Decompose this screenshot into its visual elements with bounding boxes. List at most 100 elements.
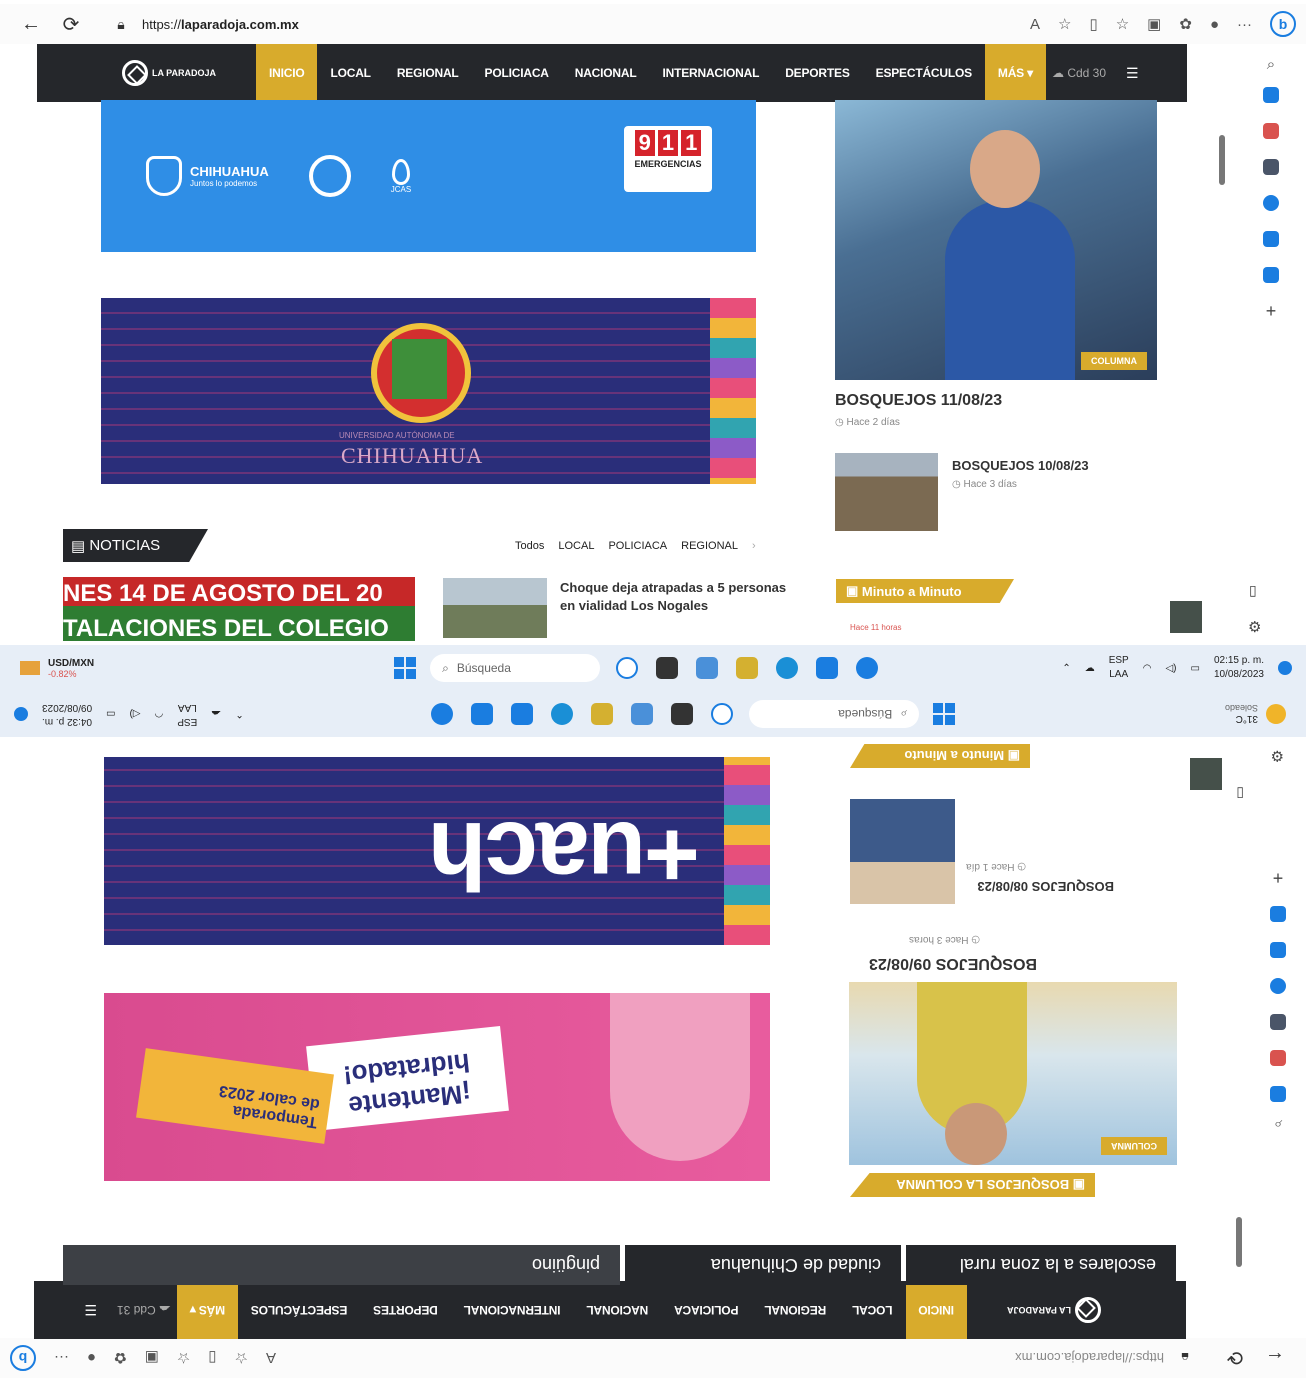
- nav-inicio[interactable]: INICIO: [905, 1281, 967, 1339]
- filter-todos[interactable]: Todos: [515, 540, 544, 552]
- edge-icon[interactable]: [550, 703, 573, 725]
- nav-espectaculos[interactable]: ESPECTÁCULOS: [863, 44, 985, 102]
- tools-icon[interactable]: [1263, 123, 1279, 139]
- back-icon[interactable]: ←: [16, 9, 46, 39]
- wifi-icon[interactable]: ◠: [1143, 663, 1152, 674]
- profile-icon[interactable]: ●: [1210, 16, 1219, 33]
- rss-icon[interactable]: ☰: [1126, 65, 1139, 82]
- language-indicator[interactable]: ESP LAA: [1109, 654, 1129, 682]
- second-post-title[interactable]: BOSQUEJOS 10/08/23: [952, 458, 1089, 473]
- bottom-post-thumbnail[interactable]: [850, 799, 955, 904]
- second-post-thumbnail[interactable]: [835, 453, 938, 531]
- minuto-a-minuto-tag-2[interactable]: ▣ Minuto a Minuto: [850, 744, 1030, 768]
- file-explorer-icon[interactable]: [590, 703, 613, 725]
- battery-icon[interactable]: ▭: [1190, 663, 1199, 674]
- app-icon[interactable]: [470, 703, 493, 725]
- columna-tag[interactable]: COLUMNA: [1101, 1137, 1167, 1155]
- drop-icon[interactable]: [1270, 906, 1286, 922]
- bottom-post-title[interactable]: BOSQUEJOS 09/08/23: [869, 954, 1037, 972]
- bing-icon[interactable]: b: [1270, 11, 1296, 37]
- games-icon[interactable]: [1263, 159, 1279, 175]
- hidratado-banner[interactable]: ¡Mantente hidratado! Temporada de calor …: [104, 993, 770, 1181]
- favorite-star-icon[interactable]: ☆: [1058, 15, 1071, 33]
- nav-regional[interactable]: REGIONAL: [751, 1281, 839, 1339]
- bosquejos-columna-tag[interactable]: ▣ BOSQUEJOS LA COLUMNA: [850, 1173, 1095, 1197]
- scrollbar-thumb[interactable]: [1219, 135, 1225, 185]
- taskbar-clock-2[interactable]: 04:32 p. m. 09/08/2023: [42, 700, 92, 728]
- address-bar-2[interactable]: https://laparadoja.com.mx: [1015, 1351, 1164, 1366]
- drop-icon[interactable]: [1263, 267, 1279, 283]
- card-pinguino[interactable]: pingüino: [63, 1245, 620, 1285]
- file-explorer-icon[interactable]: [736, 657, 759, 679]
- battery-icon[interactable]: ▭: [106, 709, 115, 720]
- settings-app-icon[interactable]: [856, 657, 879, 679]
- teams-icon[interactable]: [630, 703, 653, 725]
- weather-widget-2[interactable]: 31°C Soleado: [1225, 704, 1286, 725]
- microsoft-365-icon[interactable]: [1270, 978, 1286, 994]
- edge-icon[interactable]: [776, 657, 799, 679]
- nav-espectaculos[interactable]: ESPECTÁCULOS: [238, 1281, 360, 1339]
- extensions-icon[interactable]: ✿: [114, 1349, 127, 1367]
- settings-app-icon[interactable]: [430, 703, 453, 725]
- search-icon[interactable]: ⌕: [1267, 56, 1275, 73]
- favorites-icon[interactable]: ☆: [177, 1349, 190, 1367]
- chevron-up-icon[interactable]: ⌃: [235, 709, 243, 720]
- news-lead-image[interactable]: NES 14 DE AGOSTO DEL 20 TALACIONES DEL C…: [63, 577, 415, 641]
- bing-chat-icon[interactable]: [616, 657, 639, 679]
- card-escolares[interactable]: escolares a la zona rural: [906, 1245, 1176, 1285]
- chevron-up-icon[interactable]: ⌃: [1062, 663, 1070, 674]
- filter-policiaca[interactable]: POLICIACA: [608, 540, 667, 552]
- settings-icon[interactable]: ⚙: [1248, 618, 1261, 636]
- task-view-icon[interactable]: [656, 657, 679, 679]
- more-options-icon[interactable]: ···: [1237, 16, 1252, 33]
- lock-icon[interactable]: 🔒︎: [1170, 1343, 1200, 1373]
- settings-icon[interactable]: ⚙: [1271, 747, 1284, 765]
- nav-local[interactable]: LOCAL: [317, 44, 383, 102]
- nav-policiaca[interactable]: POLICIACA: [472, 44, 562, 102]
- featured-post-image[interactable]: COLUMNA: [835, 100, 1157, 380]
- profile-icon[interactable]: ●: [87, 1350, 96, 1367]
- wifi-icon[interactable]: ◠: [155, 709, 164, 720]
- read-aloud-icon[interactable]: A: [266, 1350, 276, 1367]
- more-options-icon[interactable]: ···: [54, 1350, 69, 1367]
- rss-icon[interactable]: ☰: [84, 1302, 97, 1319]
- nav-policiaca[interactable]: POLICIACA: [661, 1281, 751, 1339]
- microsoft-365-icon[interactable]: [1263, 195, 1279, 211]
- news-thumbnail[interactable]: [443, 578, 547, 638]
- site-logo[interactable]: LA PARADOJA: [122, 60, 216, 86]
- nav-deportes[interactable]: DEPORTES: [772, 44, 862, 102]
- nav-nacional[interactable]: NACIONAL: [574, 1281, 662, 1339]
- cloud-tray-icon[interactable]: ☁: [211, 709, 221, 720]
- uach-banner[interactable]: UNIVERSIDAD AUTÓNOMA DE CHIHUAHUA: [101, 298, 756, 484]
- bottom-second-post-title[interactable]: BOSQUEJOS 08/08/23: [977, 879, 1114, 894]
- shopping-tag-icon[interactable]: [1270, 1086, 1286, 1102]
- games-icon[interactable]: [1270, 1014, 1286, 1030]
- ticker-widget[interactable]: USD/MXN -0.82%: [20, 658, 94, 679]
- taskbar-search-2[interactable]: ⌕ Búsqueda: [748, 700, 919, 728]
- address-bar[interactable]: https://laparadoja.com.mx: [142, 17, 299, 32]
- extensions-icon[interactable]: ✿: [1179, 15, 1192, 33]
- volume-icon[interactable]: ◁): [130, 709, 141, 720]
- nav-regional[interactable]: REGIONAL: [384, 44, 472, 102]
- floating-widget[interactable]: [1190, 758, 1222, 790]
- tools-icon[interactable]: [1270, 1050, 1286, 1066]
- taskbar-search[interactable]: ⌕ Búsqueda: [430, 654, 601, 682]
- task-view-icon[interactable]: [670, 703, 693, 725]
- sidebar-toggle-icon[interactable]: ▯: [1236, 785, 1244, 802]
- chevron-right-icon[interactable]: ›: [752, 540, 756, 552]
- read-aloud-icon[interactable]: A: [1030, 16, 1040, 33]
- outlook-icon[interactable]: [1263, 231, 1279, 247]
- favorites-icon[interactable]: ☆: [1116, 15, 1129, 33]
- shopping-tag-icon[interactable]: [1263, 87, 1279, 103]
- search-icon[interactable]: ⌕: [1274, 1116, 1282, 1133]
- refresh-icon[interactable]: ⟳: [1220, 1343, 1250, 1373]
- minuto-a-minuto-tag[interactable]: ▣ Minuto a Minuto: [836, 579, 1014, 603]
- back-icon[interactable]: ←: [1260, 1343, 1290, 1373]
- bing-icon[interactable]: b: [10, 1345, 36, 1371]
- split-screen-icon[interactable]: ▯: [208, 1349, 216, 1367]
- nav-nacional[interactable]: NACIONAL: [562, 44, 650, 102]
- notification-icon[interactable]: [1278, 661, 1292, 675]
- mas-uach-banner[interactable]: +uach: [104, 757, 770, 945]
- gov-chihuahua-banner[interactable]: CHIHUAHUA Juntos lo podemos JCAS 9 1 1 E…: [101, 100, 756, 252]
- filter-local[interactable]: LOCAL: [558, 540, 594, 552]
